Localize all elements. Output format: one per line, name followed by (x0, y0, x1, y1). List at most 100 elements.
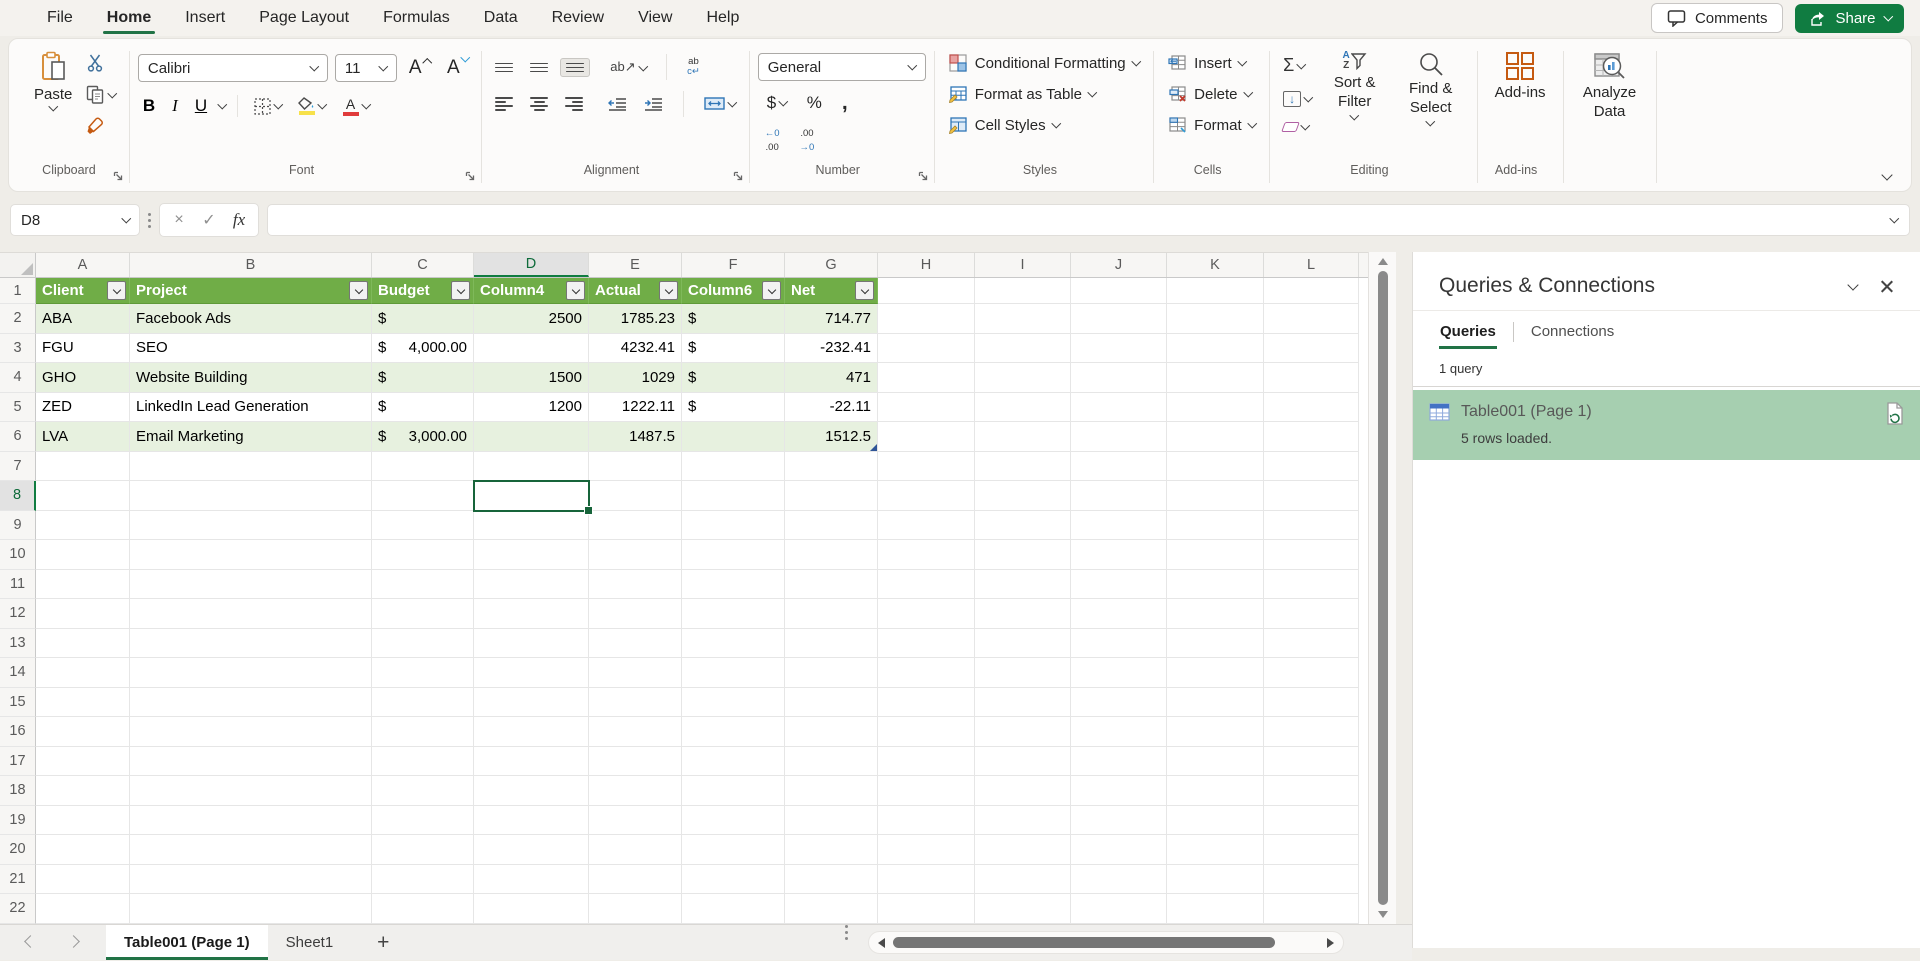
cell-C18[interactable] (372, 776, 474, 806)
cell-A9[interactable] (36, 511, 130, 541)
cell-A17[interactable] (36, 747, 130, 777)
cell-D9[interactable] (474, 511, 589, 541)
cell-H13[interactable] (878, 629, 975, 659)
cell-J7[interactable] (1071, 452, 1167, 482)
formula-bar-input[interactable] (267, 204, 1910, 236)
format-chevron-icon[interactable] (1247, 119, 1256, 128)
cell-H12[interactable] (878, 599, 975, 629)
cell-K18[interactable] (1167, 776, 1264, 806)
scroll-right-icon[interactable] (1327, 938, 1334, 948)
filter-button-client[interactable] (107, 281, 126, 300)
cell-B3[interactable]: SEO (130, 334, 372, 364)
cell-B11[interactable] (130, 570, 372, 600)
copy-chevron-icon[interactable] (108, 88, 117, 97)
cut-button[interactable] (81, 49, 121, 76)
cell-C22[interactable] (372, 894, 474, 924)
cell-K6[interactable] (1167, 422, 1264, 452)
cell-D17[interactable] (474, 747, 589, 777)
cell-E5[interactable]: 1222.11 (589, 393, 682, 423)
font-name-select[interactable]: Calibri (138, 54, 328, 82)
cell-L10[interactable] (1264, 540, 1359, 570)
cell-F10[interactable] (682, 540, 785, 570)
underline-button[interactable]: U (190, 92, 212, 120)
panel-close-icon[interactable] (1879, 279, 1894, 294)
cell-F1[interactable]: Column6 (682, 278, 785, 304)
filter-button-project[interactable] (349, 281, 368, 300)
name-box-divider-handle[interactable] (148, 213, 151, 228)
menu-tab-insert[interactable]: Insert (168, 0, 242, 36)
cell-C7[interactable] (372, 452, 474, 482)
cell-I4[interactable] (975, 363, 1071, 393)
query-refresh-icon[interactable] (1884, 402, 1906, 426)
cell-A11[interactable] (36, 570, 130, 600)
bold-button[interactable]: B (138, 92, 160, 120)
menu-tab-view[interactable]: View (621, 0, 689, 36)
cell-D4[interactable]: 1500 (474, 363, 589, 393)
cell-J14[interactable] (1071, 658, 1167, 688)
cell-L18[interactable] (1264, 776, 1359, 806)
number-format-select[interactable]: General (758, 53, 926, 81)
cell-A8[interactable] (36, 481, 130, 511)
cell-B14[interactable] (130, 658, 372, 688)
column-header-B[interactable]: B (130, 253, 372, 277)
row-header-10[interactable]: 10 (0, 540, 36, 570)
cell-J6[interactable] (1071, 422, 1167, 452)
filter-button-budget[interactable] (451, 281, 470, 300)
cell-K2[interactable] (1167, 304, 1264, 334)
menu-tab-data[interactable]: Data (467, 0, 535, 36)
cell-A18[interactable] (36, 776, 130, 806)
cell-I14[interactable] (975, 658, 1071, 688)
cell-I20[interactable] (975, 835, 1071, 865)
column-header-I[interactable]: I (975, 253, 1071, 277)
vertical-scrollbar[interactable] (1368, 252, 1396, 924)
cell-G11[interactable] (785, 570, 878, 600)
paste-chevron-icon[interactable] (49, 102, 58, 111)
cell-H20[interactable] (878, 835, 975, 865)
cell-D12[interactable] (474, 599, 589, 629)
row-header-13[interactable]: 13 (0, 629, 36, 659)
increase-decimal-button[interactable]: ←0.00 (760, 125, 785, 158)
fill-handle[interactable] (584, 506, 593, 515)
font-size-select[interactable]: 11 (335, 54, 397, 82)
cell-E11[interactable] (589, 570, 682, 600)
select-all-corner[interactable] (0, 253, 36, 277)
row-header-16[interactable]: 16 (0, 717, 36, 747)
cell-K20[interactable] (1167, 835, 1264, 865)
cell-C9[interactable] (372, 511, 474, 541)
cell-C8[interactable] (372, 481, 474, 511)
cell-C20[interactable] (372, 835, 474, 865)
cell-B22[interactable] (130, 894, 372, 924)
horizontal-scrollbar[interactable] (868, 931, 1344, 954)
cell-C10[interactable] (372, 540, 474, 570)
cell-F18[interactable] (682, 776, 785, 806)
cell-C16[interactable] (372, 717, 474, 747)
column-header-K[interactable]: K (1167, 253, 1264, 277)
row-header-9[interactable]: 9 (0, 511, 36, 541)
increase-font-size-button[interactable]: A (404, 53, 435, 83)
top-align-button[interactable] (490, 59, 518, 77)
column-header-D[interactable]: D (474, 253, 589, 277)
cell-K19[interactable] (1167, 806, 1264, 836)
cell-F14[interactable] (682, 658, 785, 688)
menu-tab-help[interactable]: Help (689, 0, 756, 36)
cell-K11[interactable] (1167, 570, 1264, 600)
cell-G19[interactable] (785, 806, 878, 836)
cell-F8[interactable] (682, 481, 785, 511)
orientation-chevron-icon[interactable] (638, 61, 647, 70)
cell-H10[interactable] (878, 540, 975, 570)
cell-C11[interactable] (372, 570, 474, 600)
format-painter-button[interactable] (81, 113, 121, 139)
merge-center-chevron-icon[interactable] (728, 98, 737, 107)
cell-J4[interactable] (1071, 363, 1167, 393)
cell-C17[interactable] (372, 747, 474, 777)
cell-I16[interactable] (975, 717, 1071, 747)
cell-B12[interactable] (130, 599, 372, 629)
cell-I7[interactable] (975, 452, 1071, 482)
insert-function-icon[interactable]: fx (226, 210, 252, 230)
cell-K4[interactable] (1167, 363, 1264, 393)
cell-L6[interactable] (1264, 422, 1359, 452)
cell-I22[interactable] (975, 894, 1071, 924)
underline-chevron-icon[interactable] (218, 100, 227, 109)
cell-H14[interactable] (878, 658, 975, 688)
row-header-22[interactable]: 22 (0, 894, 36, 924)
